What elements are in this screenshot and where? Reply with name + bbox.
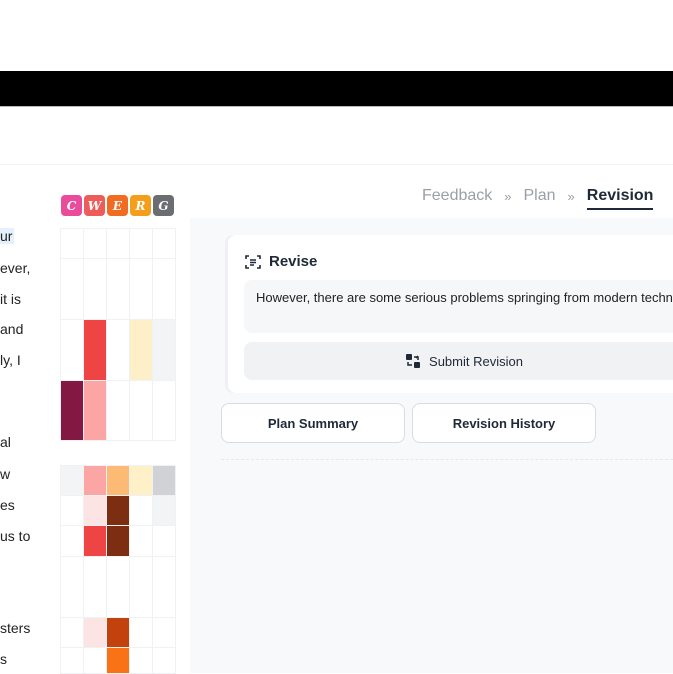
top-black-bar [0, 71, 673, 106]
heatmap-cell[interactable] [152, 465, 176, 496]
heatmap-row [60, 647, 176, 674]
heatmap-row [60, 319, 176, 381]
heatmap-cell[interactable] [106, 319, 130, 381]
heatmap-cell[interactable] [106, 380, 130, 441]
legend-badge-e: E [107, 195, 128, 216]
heatmap-bottom [60, 465, 176, 674]
heatmap-cell[interactable] [60, 495, 84, 526]
heatmap-cell[interactable] [129, 258, 153, 320]
heatmap-row [60, 525, 176, 557]
heatmap-row [60, 258, 176, 320]
plan-summary-button[interactable]: Plan Summary [221, 403, 405, 443]
heatmap-cell[interactable] [152, 525, 176, 557]
scan-text-icon [245, 254, 261, 269]
heatmap-cell[interactable] [60, 380, 84, 441]
heatmap-row [60, 556, 176, 618]
heatmap-cell[interactable] [83, 556, 107, 618]
heatmap-cell[interactable] [83, 258, 107, 320]
heatmap-cell[interactable] [129, 617, 153, 648]
breadcrumb-plan[interactable]: Plan [524, 187, 556, 205]
heatmap-cell[interactable] [83, 380, 107, 441]
heatmap-cell[interactable] [60, 319, 84, 381]
heatmap-cell[interactable] [152, 647, 176, 674]
top-bar-border [0, 106, 673, 107]
essay-line-highlighted[interactable]: ur [0, 228, 15, 244]
breadcrumb-separator-icon: » [504, 188, 512, 204]
revision-textarea[interactable]: However, there are some serious problems… [244, 280, 673, 333]
essay-line: ly, I [0, 352, 21, 368]
heatmap-cell[interactable] [60, 228, 84, 259]
heatmap-cell[interactable] [129, 465, 153, 496]
heatmap-cell[interactable] [129, 319, 153, 381]
heatmap-row [60, 380, 176, 441]
heatmap-cell[interactable] [152, 556, 176, 618]
breadcrumb: Feedback » Plan » Revision [422, 182, 654, 210]
section-divider [221, 459, 673, 460]
header-divider [0, 164, 673, 165]
submit-revision-button[interactable]: Submit Revision [244, 342, 673, 380]
heatmap-cell[interactable] [60, 556, 84, 618]
heatmap-cell[interactable] [106, 228, 130, 259]
revise-title: Revise [269, 253, 318, 270]
heatmap-cell[interactable] [106, 465, 130, 496]
legend-badge-r: R [130, 195, 151, 216]
heatmap-cell[interactable] [152, 258, 176, 320]
revise-card: Revise However, there are some serious p… [228, 235, 673, 393]
revision-history-button[interactable]: Revision History [412, 403, 596, 443]
heatmap-cell[interactable] [106, 647, 130, 674]
breadcrumb-feedback[interactable]: Feedback [422, 187, 492, 205]
heatmap-cell[interactable] [83, 465, 107, 496]
legend-badge-c: C [61, 195, 82, 216]
essay-line: and [0, 321, 24, 337]
heatmap-cell[interactable] [152, 495, 176, 526]
heatmap-top [60, 228, 176, 441]
heatmap-cell[interactable] [129, 525, 153, 557]
heatmap-cell[interactable] [106, 495, 130, 526]
heatmap-cell[interactable] [60, 465, 84, 496]
essay-line: s [0, 651, 7, 667]
legend-badge-w: W [84, 195, 105, 216]
essay-line: es [0, 497, 15, 513]
heatmap-cell[interactable] [152, 319, 176, 381]
essay-line: us to [0, 528, 31, 544]
heatmap-row [60, 228, 176, 259]
heatmap-cell[interactable] [60, 617, 84, 648]
breadcrumb-separator-icon: » [567, 188, 575, 204]
heatmap-cell[interactable] [106, 617, 130, 648]
essay-line: sters [0, 620, 31, 636]
heatmap-cell[interactable] [129, 556, 153, 618]
heatmap-cell[interactable] [152, 380, 176, 441]
breadcrumb-revision[interactable]: Revision [586, 187, 654, 210]
essay-line: it is [0, 291, 21, 307]
heatmap-cell[interactable] [83, 617, 107, 648]
heatmap-row [60, 495, 176, 526]
heatmap-cell[interactable] [152, 617, 176, 648]
heatmap-cell[interactable] [83, 495, 107, 526]
revise-header: Revise [245, 253, 317, 270]
heatmap-cell[interactable] [83, 319, 107, 381]
heatmap-cell[interactable] [129, 647, 153, 674]
swap-icon [406, 354, 421, 368]
heatmap-row [60, 465, 176, 496]
heatmap-cell[interactable] [152, 228, 176, 259]
heatmap-cell[interactable] [106, 556, 130, 618]
heatmap-row [60, 617, 176, 648]
heatmap-cell[interactable] [60, 258, 84, 320]
heatmap-cell[interactable] [106, 525, 130, 557]
heatmap-cell[interactable] [83, 525, 107, 557]
heatmap-cell[interactable] [60, 647, 84, 674]
essay-line: al [0, 434, 11, 450]
heatmap-cell[interactable] [129, 495, 153, 526]
legend-badge-g: G [153, 195, 174, 216]
heatmap-cell[interactable] [129, 380, 153, 441]
heatmap-cell[interactable] [83, 647, 107, 674]
heatmap-cell[interactable] [106, 258, 130, 320]
submit-revision-label: Submit Revision [429, 353, 523, 369]
heatmap-cell[interactable] [60, 525, 84, 557]
essay-line: ever, [0, 260, 31, 276]
heatmap-cell[interactable] [129, 228, 153, 259]
essay-line: w [0, 466, 11, 482]
error-type-legend: CWERG [61, 195, 174, 216]
heatmap-cell[interactable] [83, 228, 107, 259]
